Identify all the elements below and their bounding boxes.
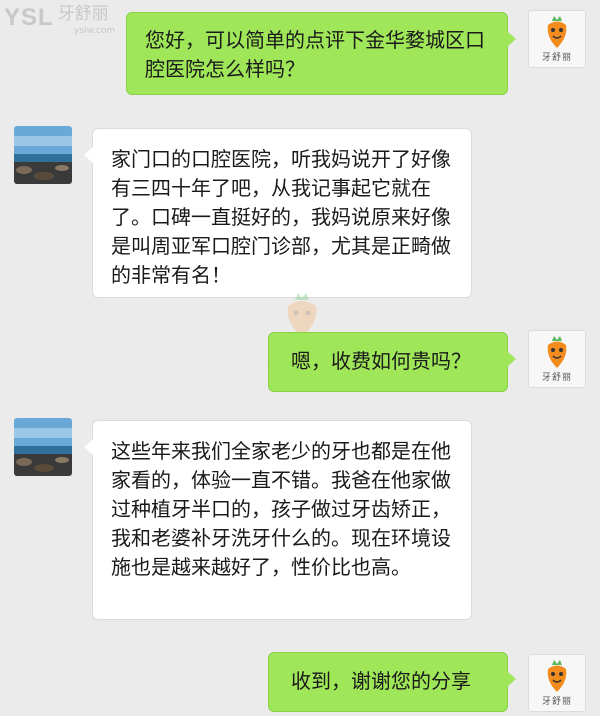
outgoing-message-bubble[interactable]: 收到，谢谢您的分享 bbox=[268, 652, 516, 712]
message-text: 这些年来我们全家老少的牙也都是在他家看的，体验一直不错。我爸在他家做过种植牙半口… bbox=[111, 439, 451, 579]
message-text: 您好，可以简单的点评下金华婺城区口腔医院怎么样吗？ bbox=[145, 28, 485, 81]
brand-avatar[interactable]: 牙舒丽 bbox=[528, 10, 586, 68]
message-text: 收到，谢谢您的分享 bbox=[291, 669, 471, 693]
avatar-label: 牙舒丽 bbox=[541, 697, 572, 707]
message-text: 家门口的口腔医院，听我妈说开了好像有三四十年了吧，从我记事起它就在了。口碑一直挺… bbox=[111, 147, 451, 287]
incoming-message-bubble[interactable]: 家门口的口腔医院，听我妈说开了好像有三四十年了吧，从我记事起它就在了。口碑一直挺… bbox=[84, 128, 472, 298]
carrot-mascot-icon bbox=[547, 336, 567, 368]
brand-avatar[interactable]: 牙舒丽 bbox=[528, 330, 586, 388]
avatar-label: 牙舒丽 bbox=[541, 373, 572, 383]
watermark-brand: 牙舒丽 bbox=[57, 4, 109, 24]
watermark-url: yslw.com bbox=[74, 26, 116, 36]
avatar-label: 牙舒丽 bbox=[541, 53, 572, 63]
user-avatar[interactable] bbox=[14, 126, 72, 184]
user-avatar[interactable] bbox=[14, 418, 72, 476]
watermark-top: YSL 牙舒丽 yslw.com bbox=[4, 4, 115, 36]
incoming-message-bubble[interactable]: 这些年来我们全家老少的牙也都是在他家看的，体验一直不错。我爸在他家做过种植牙半口… bbox=[84, 420, 472, 620]
outgoing-message-bubble[interactable]: 您好，可以简单的点评下金华婺城区口腔医院怎么样吗？ bbox=[126, 12, 516, 95]
carrot-mascot-icon bbox=[547, 660, 567, 692]
brand-avatar[interactable]: 牙舒丽 bbox=[528, 654, 586, 712]
seascape-photo-icon bbox=[14, 126, 72, 184]
message-text: 嗯，收费如何贵吗？ bbox=[291, 349, 471, 373]
seascape-photo-icon bbox=[14, 418, 72, 476]
watermark-logo-text: YSL bbox=[4, 4, 54, 31]
outgoing-message-bubble[interactable]: 嗯，收费如何贵吗？ bbox=[268, 332, 516, 392]
carrot-mascot-icon bbox=[547, 16, 567, 48]
